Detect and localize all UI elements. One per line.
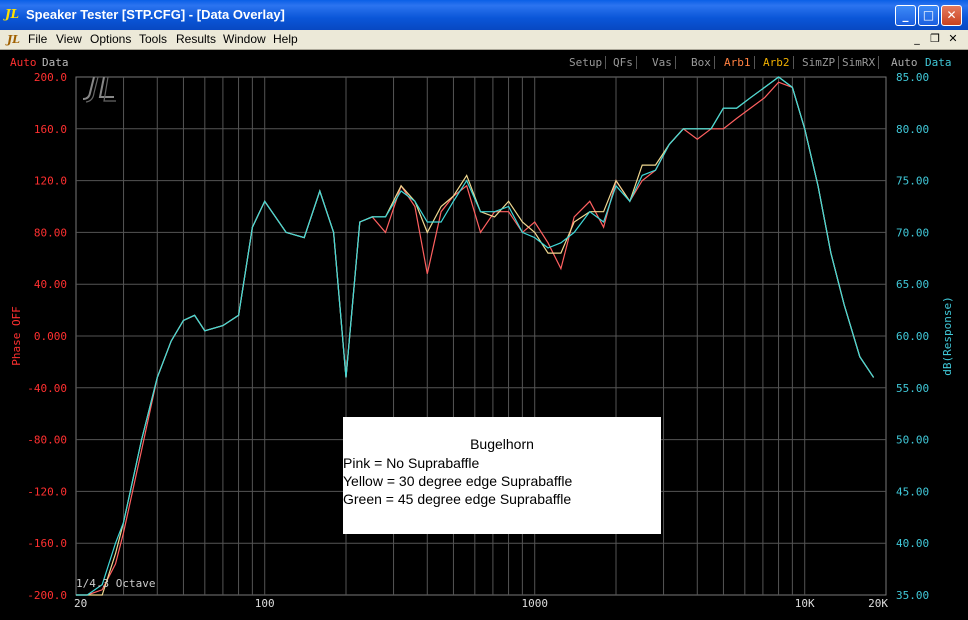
- app-logo-icon: JL: [5, 7, 20, 21]
- window-title: Speaker Tester [STP.CFG] - [Data Overlay…: [26, 7, 285, 22]
- right-axis-tick-label: 40.00: [896, 537, 929, 550]
- menu-options[interactable]: Options: [90, 32, 131, 46]
- right-axis-tick-label: 85.00: [896, 71, 929, 84]
- legend-title: Bugelhorn: [470, 436, 534, 452]
- left-axis-title: Phase OFF: [10, 306, 23, 366]
- right-axis-tick-label: 50.00: [896, 434, 929, 447]
- left-axis-tick-label: -40.00: [27, 382, 67, 395]
- left-axis-tick-label: 200.0: [34, 71, 67, 84]
- left-axis-tick-label: -200.0: [27, 589, 67, 602]
- x-axis-tick-label: 1000: [521, 597, 548, 610]
- mdi-close-button[interactable]: ✕: [946, 32, 960, 46]
- legend-line-pink: Pink = No Suprabaffle: [343, 455, 480, 471]
- left-axis-tick-label: -160.0: [27, 537, 67, 550]
- right-axis-tick-label: 60.00: [896, 330, 929, 343]
- menu-bar: JL File View Options Tools Results Windo…: [0, 30, 968, 50]
- legend-box: Bugelhorn Pink = No Suprabaffle Yellow =…: [343, 417, 661, 534]
- maximize-button[interactable]: □: [918, 5, 939, 26]
- x-axis-tick-label: 20: [74, 597, 87, 610]
- left-axis-tick-label: -120.0: [27, 485, 67, 498]
- right-axis-tick-label: 35.00: [896, 589, 929, 602]
- title-bar: JL Speaker Tester [STP.CFG] - [Data Over…: [0, 0, 968, 30]
- left-axis-tick-label: -80.00: [27, 434, 67, 447]
- right-axis-tick-label: 65.00: [896, 278, 929, 291]
- mdi-minimize-button[interactable]: _: [910, 32, 924, 46]
- menu-file[interactable]: File: [28, 32, 47, 46]
- right-axis-tick-label: 70.00: [896, 226, 929, 239]
- left-axis-tick-label: 0.000: [34, 330, 67, 343]
- jl-logo-icon: [82, 76, 116, 103]
- x-axis-tick-label: 10K: [795, 597, 815, 610]
- menu-tools[interactable]: Tools: [139, 32, 167, 46]
- menu-view[interactable]: View: [56, 32, 82, 46]
- octave-readout: 1/4.3 Octave: [76, 577, 156, 590]
- right-axis-tick-label: 55.00: [896, 382, 929, 395]
- right-axis-tick-label: 45.00: [896, 485, 929, 498]
- document-icon[interactable]: JL: [7, 33, 20, 46]
- left-axis-tick-label: 160.0: [34, 123, 67, 136]
- plot-window: Auto Data Setup QFs Vas Box Arb1 Arb2 Si…: [0, 50, 968, 620]
- close-button[interactable]: ✕: [941, 5, 962, 26]
- legend-line-green: Green = 45 degree edge Suprabaffle: [343, 491, 572, 507]
- right-axis-tick-label: 80.00: [896, 123, 929, 136]
- x-axis-tick-label: 20K: [868, 597, 888, 610]
- menu-results[interactable]: Results: [176, 32, 216, 46]
- right-axis-title: dB(Response): [941, 296, 954, 375]
- minimize-button[interactable]: _: [895, 5, 916, 26]
- legend-line-yellow: Yellow = 30 degree edge Suprabaffle: [343, 473, 573, 489]
- mdi-restore-button[interactable]: ❐: [928, 32, 942, 46]
- left-axis-tick-label: 80.00: [34, 226, 67, 239]
- menu-window[interactable]: Window: [223, 32, 266, 46]
- frequency-response-chart[interactable]: 200.0 160.0 120.0 80.00 40.00 0.000 -40.00 -80.…: [0, 50, 968, 620]
- x-axis-tick-label: 100: [255, 597, 275, 610]
- left-axis-tick-label: 120.0: [34, 175, 67, 188]
- menu-help[interactable]: Help: [273, 32, 298, 46]
- right-axis-tick-label: 75.00: [896, 175, 929, 188]
- left-axis-tick-label: 40.00: [34, 278, 67, 291]
